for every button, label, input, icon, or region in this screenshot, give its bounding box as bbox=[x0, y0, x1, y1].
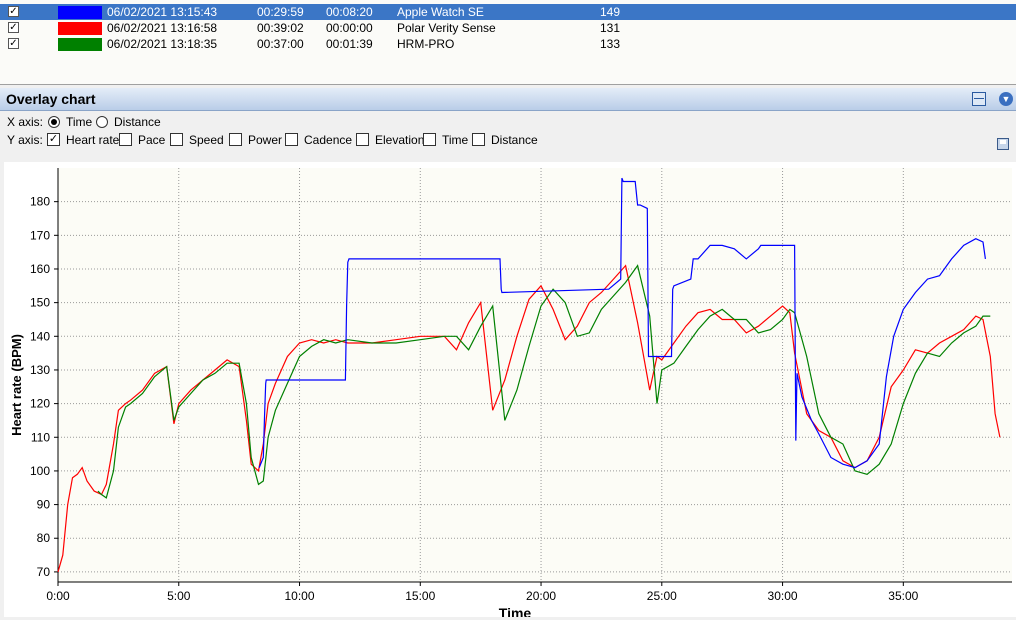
activity-checkbox[interactable]: ✓ bbox=[8, 22, 19, 33]
x-tick-label: 25:00 bbox=[647, 589, 677, 603]
y-tick-label: 100 bbox=[30, 464, 50, 478]
activity-color-swatch[interactable] bbox=[58, 22, 102, 35]
y-axis-label: Y axis: bbox=[7, 133, 43, 147]
x-tick-label: 35:00 bbox=[888, 589, 918, 603]
activity-date: 06/02/2021 13:15:43 bbox=[107, 5, 218, 19]
y-axis-distance-label: Distance bbox=[491, 133, 538, 147]
x-axis-distance-radio[interactable] bbox=[96, 116, 108, 128]
activity-duration: 00:39:02 bbox=[257, 21, 304, 35]
activity-duration: 00:37:00 bbox=[257, 37, 304, 51]
activity-device: HRM-PRO bbox=[397, 37, 455, 51]
x-axis-title: Time bbox=[499, 605, 532, 617]
y-tick-label: 180 bbox=[30, 195, 50, 209]
x-tick-label: 10:00 bbox=[285, 589, 315, 603]
x-tick-label: 20:00 bbox=[526, 589, 556, 603]
y-axis-time-checkbox[interactable] bbox=[423, 133, 436, 146]
collapse-icon[interactable]: ▼ bbox=[999, 92, 1013, 106]
activity-row[interactable]: ✓ 06/02/2021 13:18:35 00:37:00 00:01:39 HRM-… bbox=[0, 36, 1016, 52]
layout-icon[interactable] bbox=[972, 92, 986, 106]
y-tick-label: 170 bbox=[30, 228, 50, 242]
y-axis-heart-rate-label: Heart rate bbox=[66, 133, 120, 147]
x-axis-label: X axis: bbox=[7, 115, 44, 129]
activity-offset: 00:01:39 bbox=[326, 37, 373, 51]
x-tick-label: 5:00 bbox=[167, 589, 191, 603]
y-axis-pace-checkbox[interactable] bbox=[119, 133, 132, 146]
y-tick-label: 90 bbox=[37, 498, 51, 512]
activity-date: 06/02/2021 13:16:58 bbox=[107, 21, 218, 35]
y-tick-label: 120 bbox=[30, 397, 50, 411]
y-axis-speed-checkbox[interactable] bbox=[170, 133, 183, 146]
x-tick-label: 30:00 bbox=[768, 589, 798, 603]
activity-offset: 00:08:20 bbox=[326, 5, 373, 19]
activity-duration: 00:29:59 bbox=[257, 5, 304, 19]
panel-title: Overlay chart bbox=[6, 91, 96, 107]
activity-list: ✓ 06/02/2021 13:15:43 00:29:59 00:08:20 Appl… bbox=[0, 0, 1016, 85]
y-axis-options: Y axis: ✓ Heart rate Pace Speed Power Cadence… bbox=[0, 131, 1016, 150]
y-axis-heart-rate-checkbox[interactable]: ✓ bbox=[47, 133, 60, 146]
y-axis-pace-label: Pace bbox=[138, 133, 166, 147]
y-axis-power-label: Power bbox=[248, 133, 283, 147]
x-axis-distance-label: Distance bbox=[114, 115, 161, 129]
activity-date: 06/02/2021 13:18:35 bbox=[107, 37, 218, 51]
save-icon[interactable] bbox=[997, 138, 1009, 150]
y-axis-power-checkbox[interactable] bbox=[229, 133, 242, 146]
overlay-chart: 70 80 90 100 110 120 130 140 150 160 170 180 0:00 5:0… bbox=[4, 162, 1016, 620]
y-tick-label: 130 bbox=[30, 363, 50, 377]
y-axis-cadence-checkbox[interactable] bbox=[285, 133, 298, 146]
y-axis-title: Heart rate (BPM) bbox=[9, 334, 24, 436]
y-tick-label: 160 bbox=[30, 262, 50, 276]
activity-avg-hr: 131 bbox=[600, 21, 621, 35]
activity-color-swatch[interactable] bbox=[58, 38, 102, 51]
activity-checkbox[interactable]: ✓ bbox=[8, 6, 19, 17]
activity-device: Apple Watch SE bbox=[397, 5, 484, 19]
y-axis-distance-checkbox[interactable] bbox=[472, 133, 485, 146]
y-tick-label: 140 bbox=[30, 329, 50, 343]
y-axis-elevation-checkbox[interactable] bbox=[356, 133, 369, 146]
y-tick-label: 150 bbox=[30, 296, 50, 310]
x-axis-time-radio[interactable] bbox=[48, 116, 60, 128]
heart-rate-chart: 70 80 90 100 110 120 130 140 150 160 170 180 0:00 5:0… bbox=[9, 168, 1012, 620]
activity-offset: 00:00:00 bbox=[326, 21, 373, 35]
activity-row[interactable]: ✓ 06/02/2021 13:16:58 00:39:02 00:00:00 Pola… bbox=[0, 20, 1016, 36]
plot-background bbox=[58, 168, 1012, 582]
y-tick-label: 110 bbox=[31, 430, 50, 444]
y-tick-label: 70 bbox=[37, 565, 51, 579]
activity-avg-hr: 149 bbox=[600, 5, 621, 19]
y-axis-cadence-label: Cadence bbox=[304, 133, 353, 147]
activity-device: Polar Verity Sense bbox=[397, 21, 496, 35]
y-tick-label: 80 bbox=[37, 531, 51, 545]
x-axis-options: X axis: Time Distance bbox=[0, 113, 1016, 131]
x-tick-label: 15:00 bbox=[405, 589, 435, 603]
x-tick-label: 0:00 bbox=[46, 589, 70, 603]
y-axis-time-label: Time bbox=[442, 133, 469, 147]
y-axis-speed-label: Speed bbox=[189, 133, 224, 147]
activity-checkbox[interactable]: ✓ bbox=[8, 38, 19, 49]
activity-row[interactable]: ✓ 06/02/2021 13:15:43 00:29:59 00:08:20 Appl… bbox=[0, 4, 1016, 20]
panel-header: Overlay chart ▼ bbox=[0, 88, 1016, 111]
activity-color-swatch[interactable] bbox=[58, 6, 102, 19]
activity-avg-hr: 133 bbox=[600, 37, 621, 51]
x-axis-time-label: Time bbox=[66, 115, 93, 129]
y-axis-elevation-label: Elevation bbox=[375, 133, 425, 147]
